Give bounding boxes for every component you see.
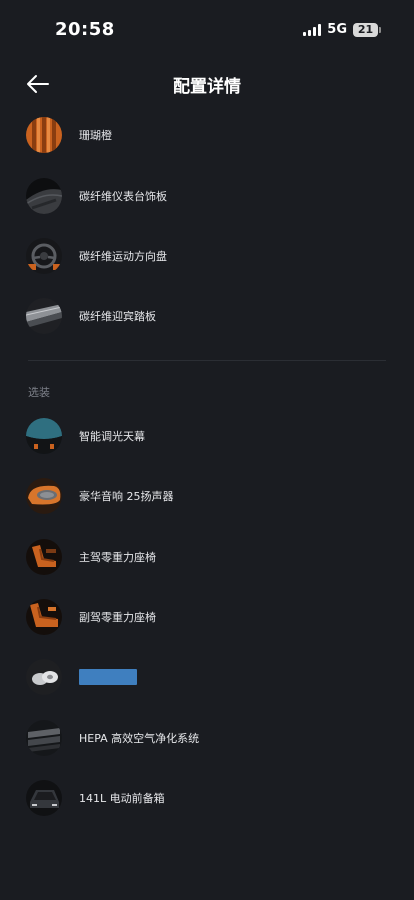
section-title-optional: 选装: [28, 386, 50, 399]
coral-orange-swatch-icon: [26, 117, 62, 153]
section-divider: [28, 360, 386, 361]
item-label: 碳纤维运动方向盘: [79, 250, 167, 263]
item-label: 碳纤维仪表台饰板: [79, 190, 167, 203]
list-item-driver-zero-gravity-seat[interactable]: 主驾零重力座椅: [26, 537, 386, 577]
item-label: 副驾零重力座椅: [79, 611, 156, 624]
page-title: 配置详情: [173, 77, 241, 97]
front-trunk-icon: [26, 780, 62, 816]
header: 配置详情: [0, 62, 414, 106]
item-label: 主驾零重力座椅: [79, 551, 156, 564]
premium-speaker-icon: [26, 478, 62, 514]
list-item-front-trunk[interactable]: 141L 电动前备箱: [26, 778, 386, 818]
carbon-dashboard-trim-icon: [26, 178, 62, 214]
list-item-wheel[interactable]: [26, 657, 386, 697]
status-bar: 20:58 5G 21: [0, 0, 414, 60]
list-item-carbon-dashboard-trim[interactable]: 碳纤维仪表台饰板: [26, 176, 386, 216]
status-indicators: 5G 21: [303, 22, 381, 37]
item-label: 智能调光天幕: [79, 430, 145, 443]
list-item-passenger-zero-gravity-seat[interactable]: 副驾零重力座椅: [26, 597, 386, 637]
item-label: 豪华音响 25扬声器: [79, 490, 174, 503]
battery-icon: 21: [353, 22, 381, 37]
item-label: 141L 电动前备箱: [79, 792, 165, 805]
item-label: HEPA 高效空气净化系统: [79, 732, 200, 745]
carbon-door-sill-icon: [26, 298, 62, 334]
list-item-coral-orange[interactable]: 珊瑚橙: [26, 115, 386, 155]
item-label: 碳纤维迎宾踏板: [79, 310, 156, 323]
battery-level: 21: [357, 23, 374, 36]
list-item-smart-dimming-roof[interactable]: 智能调光天幕: [26, 416, 386, 456]
smart-dimming-roof-icon: [26, 418, 62, 454]
list-item-premium-speaker[interactable]: 豪华音响 25扬声器: [26, 476, 386, 516]
signal-icon: [303, 23, 322, 36]
redacted-label: [79, 669, 137, 685]
item-label: 珊瑚橙: [79, 129, 112, 142]
carbon-steering-wheel-icon: [26, 238, 62, 274]
passenger-zero-gravity-seat-icon: [26, 599, 62, 635]
driver-zero-gravity-seat-icon: [26, 539, 62, 575]
list-item-hepa-filter[interactable]: HEPA 高效空气净化系统: [26, 718, 386, 758]
list-item-carbon-door-sill[interactable]: 碳纤维迎宾踏板: [26, 296, 386, 336]
status-time: 20:58: [55, 19, 115, 40]
network-type: 5G: [327, 22, 347, 37]
list-item-carbon-steering-wheel[interactable]: 碳纤维运动方向盘: [26, 236, 386, 276]
wheel-icon: [26, 659, 62, 695]
hepa-filter-icon: [26, 720, 62, 756]
